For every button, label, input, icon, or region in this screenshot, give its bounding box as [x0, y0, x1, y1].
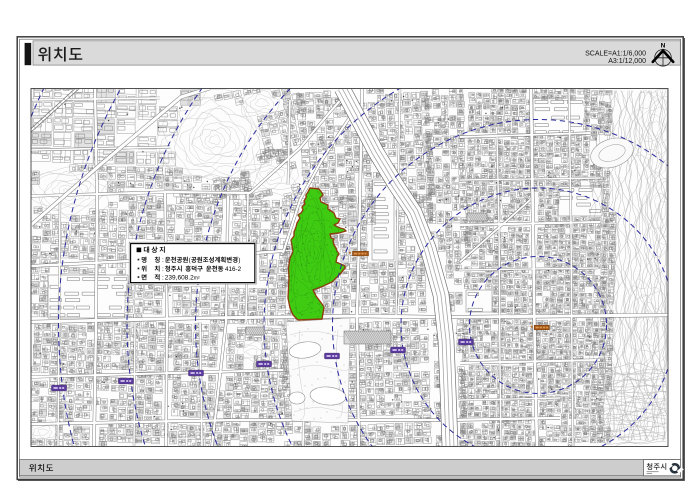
svg-text::: : — [162, 266, 164, 273]
svg-text:m²: m² — [194, 276, 200, 282]
svg-text:N: N — [661, 43, 666, 50]
svg-text:SCALE=A1:1/6,000: SCALE=A1:1/6,000 — [585, 51, 646, 58]
svg-text::: : — [162, 257, 164, 264]
svg-text::: : — [162, 275, 164, 282]
svg-text:): ) — [238, 257, 240, 264]
svg-text:A3:1/12,000: A3:1/12,000 — [608, 58, 646, 65]
svg-text:239,608.2: 239,608.2 — [165, 275, 194, 282]
svg-text:416-2: 416-2 — [225, 266, 242, 273]
